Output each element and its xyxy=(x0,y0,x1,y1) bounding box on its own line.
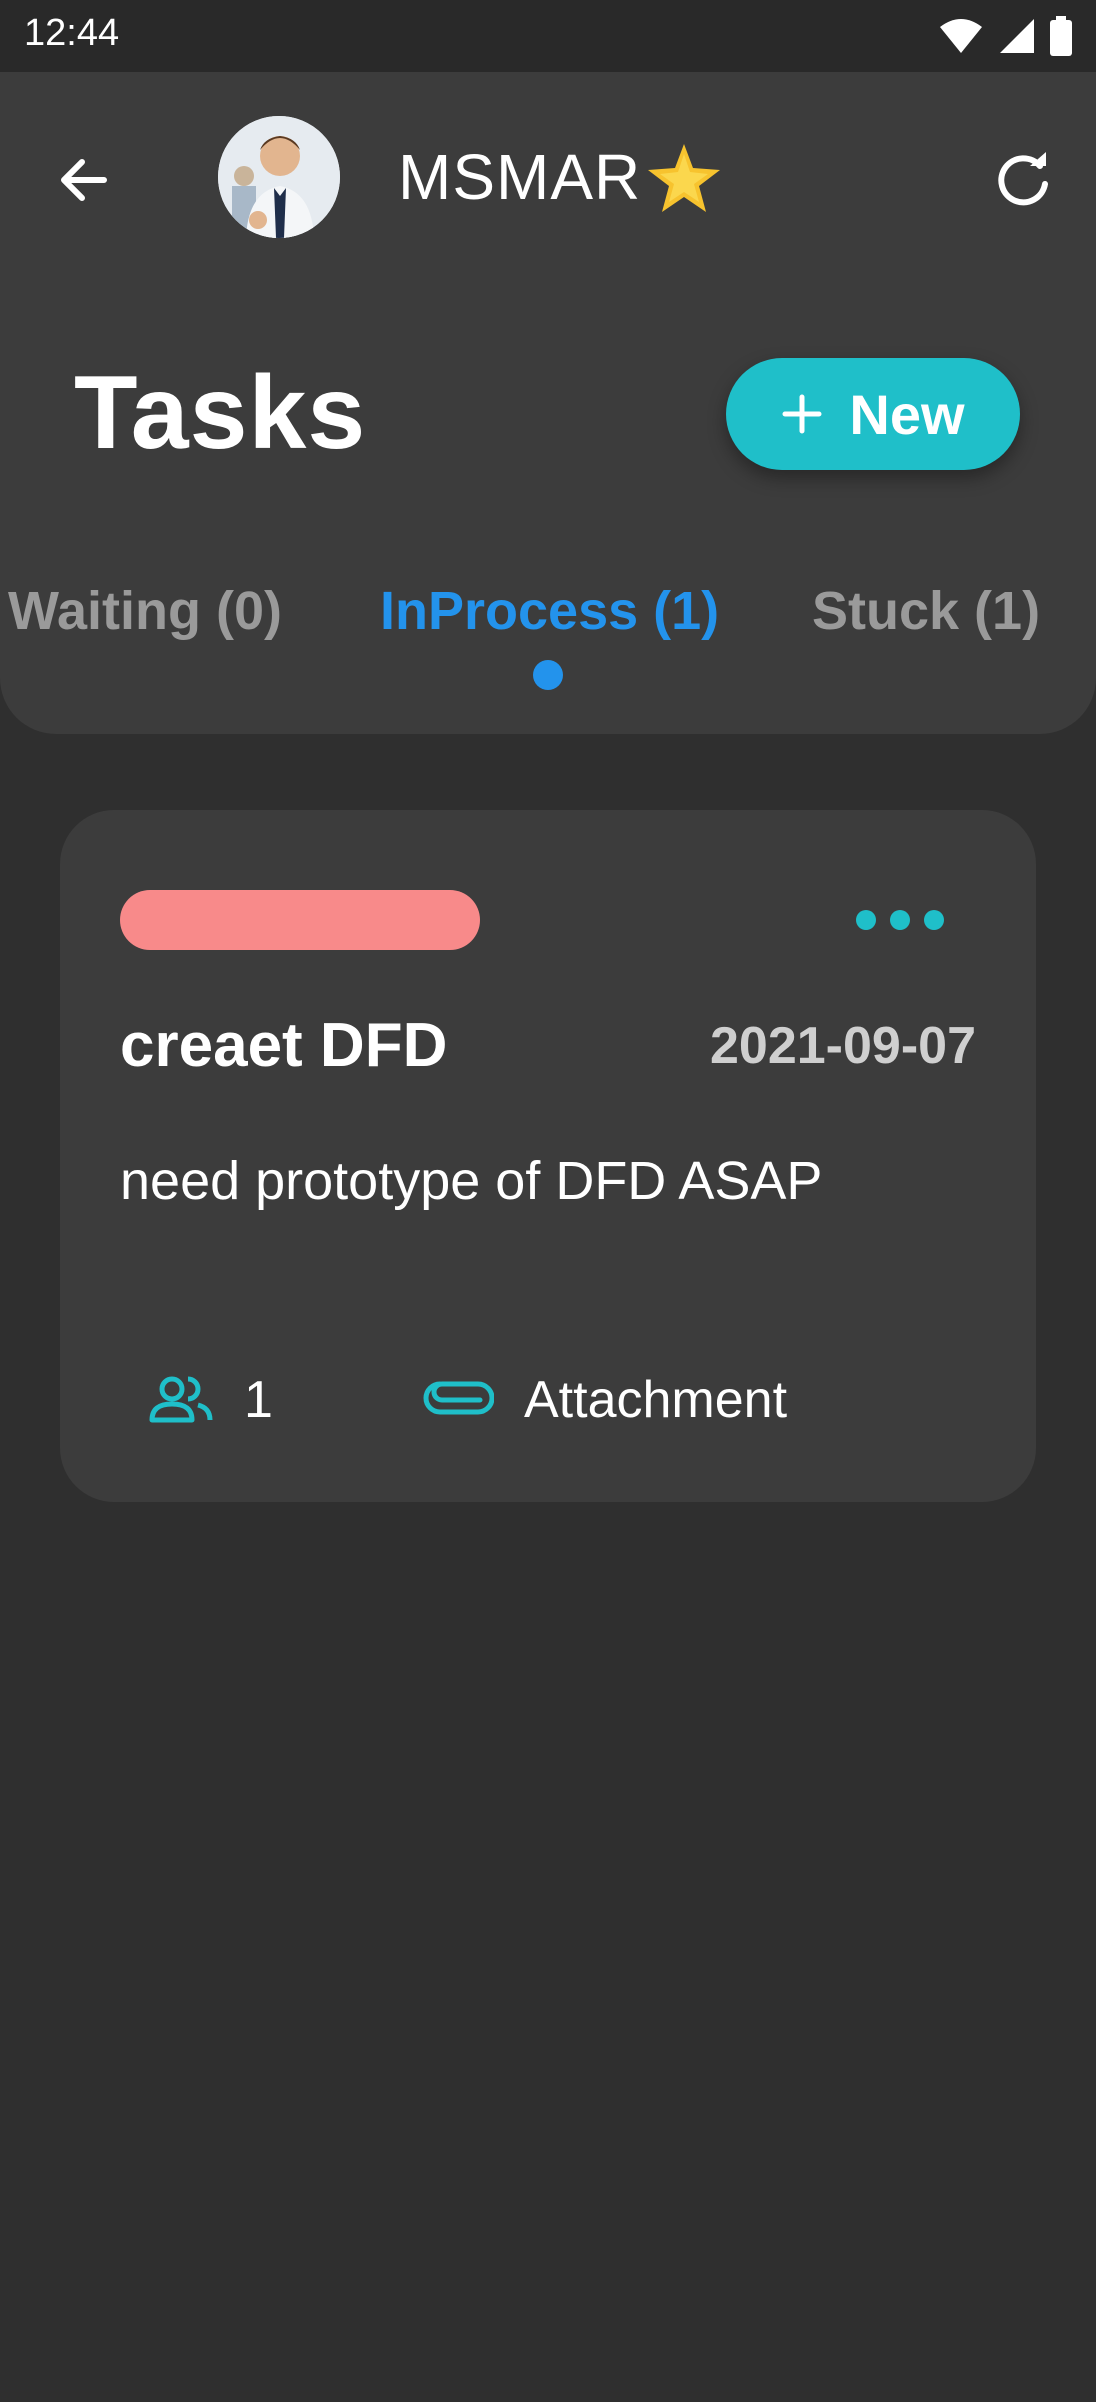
more-dots-icon xyxy=(856,910,876,930)
attachment-button[interactable]: Attachment xyxy=(422,1370,787,1430)
task-card[interactable]: creaet DFD 2021-09-07 need prototype of … xyxy=(60,810,1036,1502)
wifi-icon xyxy=(940,19,982,53)
attachment-label: Attachment xyxy=(524,1371,788,1429)
task-date: 2021-09-07 xyxy=(710,1017,976,1075)
members-count: 1 xyxy=(244,1371,273,1429)
tab-inprocess[interactable]: InProcess (1) xyxy=(380,580,719,642)
avatar[interactable] xyxy=(218,116,340,238)
priority-indicator xyxy=(120,890,480,950)
refresh-icon xyxy=(998,152,1048,206)
page-title: Tasks xyxy=(74,355,367,471)
signal-icon xyxy=(1000,19,1034,53)
back-button[interactable] xyxy=(52,148,116,212)
status-tabs: Waiting (0) InProcess (1) Stuck (1) xyxy=(0,580,1096,660)
tab-stuck[interactable]: Stuck (1) xyxy=(812,580,1040,642)
back-arrow-icon xyxy=(61,159,107,201)
status-icons xyxy=(938,14,1072,58)
task-description: need prototype of DFD ASAP xyxy=(120,1151,823,1211)
task-members[interactable]: 1 xyxy=(148,1370,273,1430)
status-time: 12:44 xyxy=(24,12,120,54)
more-options-button[interactable] xyxy=(856,900,946,940)
people-icon xyxy=(149,1376,213,1423)
new-task-button[interactable]: New xyxy=(726,358,1020,470)
user-name: MSMAR xyxy=(398,141,642,213)
plus-icon xyxy=(782,394,822,434)
star-icon xyxy=(644,140,724,220)
battery-icon xyxy=(1050,16,1072,56)
active-tab-indicator xyxy=(533,660,563,690)
new-button-label: New xyxy=(849,382,965,446)
tab-waiting[interactable]: Waiting (0) xyxy=(8,580,282,642)
refresh-button[interactable] xyxy=(990,146,1056,212)
paperclip-icon xyxy=(423,1381,494,1415)
task-title: creaet DFD xyxy=(120,1011,448,1080)
status-bar: 12:44 xyxy=(0,0,1096,72)
